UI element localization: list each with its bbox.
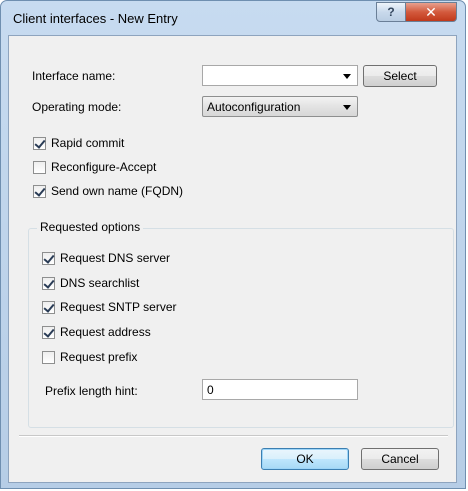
window-title: Client interfaces - New Entry	[13, 11, 178, 26]
checkbox-label: Send own name (FQDN)	[51, 184, 184, 198]
cancel-button-label: Cancel	[381, 452, 419, 466]
chevron-down-icon	[343, 74, 351, 79]
prefix-length-hint-label: Prefix length hint:	[45, 384, 138, 398]
send-own-name-checkbox[interactable]: Send own name (FQDN)	[33, 183, 183, 199]
requested-options-title: Requested options	[37, 220, 144, 234]
checkbox-label: Request DNS server	[60, 251, 171, 265]
checkbox-box[interactable]	[33, 136, 46, 150]
close-button[interactable]: ✕	[405, 2, 457, 22]
help-icon: ?	[387, 5, 395, 19]
interface-name-combo[interactable]	[202, 65, 358, 86]
rapid-commit-checkbox[interactable]: Rapid commit	[33, 135, 124, 151]
interface-name-label: Interface name:	[32, 69, 116, 83]
select-button[interactable]: Select	[363, 65, 437, 87]
cancel-button[interactable]: Cancel	[361, 448, 439, 470]
request-address-checkbox[interactable]: Request address	[42, 324, 151, 340]
ok-button[interactable]: OK	[261, 448, 349, 470]
separator-highlight	[19, 436, 448, 437]
select-button-label: Select	[383, 69, 417, 83]
checkbox-label: Request prefix	[60, 350, 138, 364]
operating-mode-value: Autoconfiguration	[207, 100, 301, 114]
request-prefix-checkbox[interactable]: Request prefix	[42, 349, 137, 365]
ok-button-label: OK	[296, 452, 314, 466]
operating-mode-select[interactable]: Autoconfiguration	[202, 96, 358, 117]
request-sntp-server-checkbox[interactable]: Request SNTP server	[42, 299, 177, 315]
reconfigure-accept-checkbox[interactable]: Reconfigure-Accept	[33, 159, 156, 175]
checkbox-label: Reconfigure-Accept	[51, 160, 157, 174]
checkbox-box[interactable]	[42, 251, 55, 265]
dialog-body: Interface name: Select Operating mode: A…	[8, 35, 457, 483]
prefix-length-hint-value: 0	[207, 383, 214, 397]
help-button[interactable]: ?	[376, 2, 406, 22]
dialog-window: Client interfaces - New Entry ? ✕ Interf…	[0, 0, 466, 489]
title-bar[interactable]: Client interfaces - New Entry ? ✕	[1, 1, 465, 35]
close-icon: ✕	[425, 3, 437, 20]
checkbox-label: Request SNTP server	[60, 300, 177, 314]
checkbox-box[interactable]	[33, 184, 46, 198]
checkbox-box[interactable]	[42, 300, 55, 314]
chevron-down-icon	[343, 105, 351, 110]
checkbox-box[interactable]	[42, 325, 55, 339]
checkbox-box[interactable]	[42, 350, 55, 364]
operating-mode-label: Operating mode:	[32, 100, 122, 114]
dns-searchlist-checkbox[interactable]: DNS searchlist	[42, 275, 139, 291]
checkbox-box[interactable]	[42, 276, 55, 290]
checkbox-label: DNS searchlist	[60, 276, 140, 290]
checkbox-label: Request address	[60, 325, 151, 339]
checkbox-label: Rapid commit	[51, 136, 125, 150]
checkbox-box[interactable]	[33, 160, 46, 174]
request-dns-server-checkbox[interactable]: Request DNS server	[42, 250, 170, 266]
prefix-length-hint-input[interactable]: 0	[202, 379, 358, 400]
